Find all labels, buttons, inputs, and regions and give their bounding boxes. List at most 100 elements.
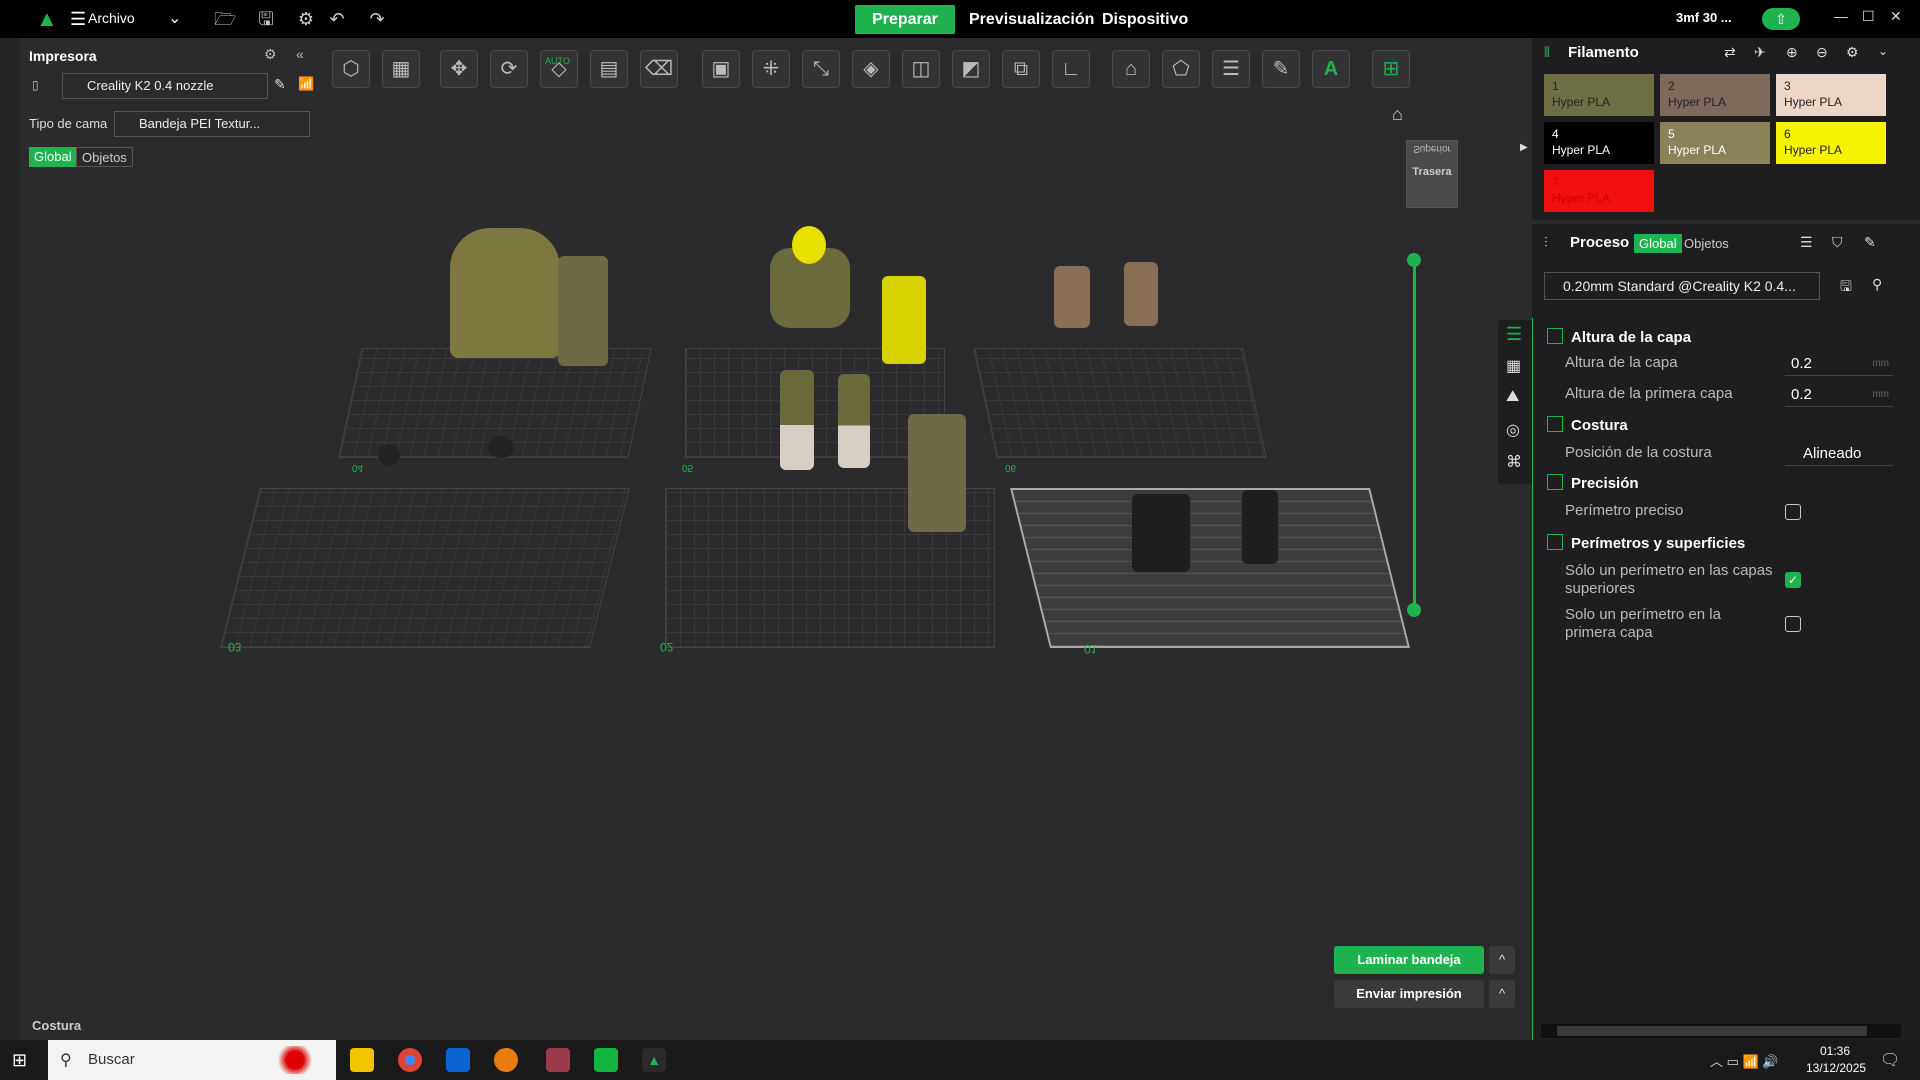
- view-cube[interactable]: Superior Trasera: [1406, 140, 1458, 208]
- model-leg-2[interactable]: [838, 374, 870, 468]
- hamburger-icon[interactable]: ☰: [70, 9, 86, 30]
- support-paint-icon[interactable]: ⌂: [1112, 50, 1150, 88]
- windows-start-icon[interactable]: ⊞: [12, 1050, 27, 1071]
- model-boot-black-1[interactable]: [1132, 494, 1190, 572]
- model-head-yellow[interactable]: [792, 226, 826, 264]
- assembly-icon[interactable]: ⊞: [1372, 50, 1410, 88]
- model-cape[interactable]: [450, 228, 560, 358]
- rotate-icon[interactable]: ⟳: [490, 50, 528, 88]
- model-block-1[interactable]: [558, 256, 608, 366]
- printer-select[interactable]: Creality K2 0.4 nozzle: [62, 73, 268, 99]
- eraser-icon[interactable]: ⌫: [640, 50, 678, 88]
- others-view-icon[interactable]: ⌘: [1506, 452, 1522, 472]
- process-toggle-objects[interactable]: Objetos: [1684, 234, 1729, 253]
- text-icon[interactable]: A: [1312, 50, 1350, 88]
- settings-gear-icon[interactable]: ⚙: [295, 8, 317, 30]
- fuzzy-skin-icon[interactable]: ☰: [1212, 50, 1250, 88]
- seam-paint-icon[interactable]: ⬠: [1162, 50, 1200, 88]
- filament-spray-icon[interactable]: ✈: [1754, 44, 1766, 61]
- process-edit-icon[interactable]: ✎: [1864, 234, 1876, 251]
- cut-icon[interactable]: ◩: [952, 50, 990, 88]
- file-explorer-icon[interactable]: [350, 1048, 374, 1072]
- model-block-yellow[interactable]: [882, 276, 926, 364]
- first-layer-height-input[interactable]: 0.2 mm: [1785, 383, 1893, 407]
- tab-preparar[interactable]: Preparar: [855, 5, 955, 34]
- hollow-icon[interactable]: ◫: [902, 50, 940, 88]
- boolean-icon[interactable]: ⧉: [1002, 50, 1040, 88]
- slice-options-caret[interactable]: ^: [1489, 946, 1515, 974]
- tab-dispositivo[interactable]: Dispositivo: [1088, 5, 1202, 34]
- filament-collapse-icon[interactable]: ⌄: [1878, 44, 1888, 58]
- 3d-app-icon[interactable]: [546, 1048, 570, 1072]
- blender-icon[interactable]: [494, 1048, 518, 1072]
- model-fragment-2[interactable]: [488, 436, 514, 458]
- printer-settings-gear-icon[interactable]: ⚙: [264, 46, 277, 63]
- plate-01[interactable]: [1010, 488, 1410, 648]
- slice-plate-button[interactable]: Laminar bandeja: [1334, 946, 1484, 974]
- maximize-icon[interactable]: ☐: [1862, 8, 1875, 25]
- filament-slot-7[interactable]: 7 Hyper PLA: [1544, 170, 1654, 212]
- model-boot-brown-2[interactable]: [1124, 262, 1158, 326]
- layer-slider-track[interactable]: [1413, 260, 1416, 610]
- auto-orient-icon[interactable]: AUTO ◇: [540, 50, 578, 88]
- add-plate-icon[interactable]: ▦: [382, 50, 420, 88]
- model-block-3[interactable]: [908, 414, 966, 532]
- outlook-icon[interactable]: [446, 1048, 470, 1072]
- layers-icon[interactable]: ◈: [852, 50, 890, 88]
- save-profile-icon[interactable]: 🖫: [1840, 276, 1852, 300]
- horizontal-scrollbar-thumb[interactable]: [1557, 1026, 1867, 1036]
- chevron-down-icon[interactable]: ⌄: [168, 8, 181, 28]
- send-print-button[interactable]: Enviar impresión: [1334, 980, 1484, 1008]
- scale-icon[interactable]: ⤡: [802, 50, 840, 88]
- add-filament-icon[interactable]: ⊕: [1786, 44, 1798, 61]
- seam-position-select[interactable]: Alineado: [1785, 442, 1893, 466]
- tab-previsualizacion[interactable]: Previsualización: [955, 5, 1108, 34]
- edit-printer-icon[interactable]: ✎: [274, 76, 286, 93]
- only-one-top-checkbox[interactable]: ✓: [1785, 572, 1801, 588]
- arrange-icon[interactable]: ▤: [590, 50, 628, 88]
- filament-slot-4[interactable]: 4 Hyper PLA: [1544, 122, 1654, 164]
- filament-slot-1[interactable]: 1 Hyper PLA: [1544, 74, 1654, 116]
- collapse-panel-icon[interactable]: «: [296, 46, 304, 62]
- 3d-viewport[interactable]: ⌂ Superior Trasera ▶ 04 05 06 03 02 01 ☰…: [20, 98, 1532, 1033]
- split-parts-icon[interactable]: ⁜: [752, 50, 790, 88]
- chrome-icon[interactable]: [398, 1048, 422, 1072]
- plate-05[interactable]: [685, 348, 945, 458]
- plate-06[interactable]: [973, 348, 1267, 458]
- wifi-icon[interactable]: 📶: [298, 76, 314, 92]
- precise-wall-checkbox[interactable]: [1785, 504, 1801, 520]
- print-options-caret[interactable]: ^: [1489, 980, 1515, 1008]
- expand-sidebar-icon[interactable]: ▶: [1520, 142, 1528, 153]
- view-cube-top[interactable]: Superior: [1407, 143, 1457, 154]
- measure-icon[interactable]: ∟: [1052, 50, 1090, 88]
- model-leg-1[interactable]: [780, 370, 814, 470]
- file-menu[interactable]: Archivo: [88, 10, 135, 26]
- model-boot-black-2[interactable]: [1242, 490, 1278, 564]
- filament-slot-5[interactable]: 5 Hyper PLA: [1660, 122, 1770, 164]
- notifications-icon[interactable]: 🗨: [1880, 1050, 1900, 1070]
- model-fragment-1[interactable]: [378, 444, 400, 466]
- infill-view-icon[interactable]: ▦: [1506, 356, 1521, 376]
- filament-settings-icon[interactable]: ⚙: [1846, 44, 1859, 61]
- only-one-first-checkbox[interactable]: [1785, 616, 1801, 632]
- filament-sync-icon[interactable]: ⇄: [1724, 44, 1736, 61]
- split-objects-icon[interactable]: ▣: [702, 50, 740, 88]
- filament-slot-6[interactable]: 6 Hyper PLA: [1776, 122, 1886, 164]
- speed-view-icon[interactable]: ◎: [1506, 420, 1520, 440]
- remove-filament-icon[interactable]: ⊖: [1816, 44, 1828, 61]
- view-cube-back[interactable]: Trasera: [1407, 166, 1457, 178]
- layer-slider-top-handle[interactable]: [1407, 253, 1421, 267]
- process-profile-select[interactable]: 0.20mm Standard @Creality K2 0.4...: [1544, 272, 1820, 300]
- layer-slider-bottom-handle[interactable]: [1407, 603, 1421, 617]
- close-icon[interactable]: ✕: [1890, 8, 1902, 25]
- open-folder-icon[interactable]: 🗁: [214, 8, 236, 30]
- add-object-icon[interactable]: ⬡: [332, 50, 370, 88]
- support-view-icon[interactable]: ⛰: [1506, 388, 1519, 406]
- save-icon[interactable]: 🖫: [255, 8, 277, 30]
- layer-height-input[interactable]: 0.2 mm: [1785, 352, 1893, 376]
- undo-icon[interactable]: ↶: [326, 8, 348, 30]
- filament-slot-3[interactable]: 3 Hyper PLA: [1776, 74, 1886, 116]
- home-view-icon[interactable]: ⌂: [1392, 104, 1403, 125]
- color-paint-icon[interactable]: ✎: [1262, 50, 1300, 88]
- redo-icon[interactable]: ↷: [366, 8, 388, 30]
